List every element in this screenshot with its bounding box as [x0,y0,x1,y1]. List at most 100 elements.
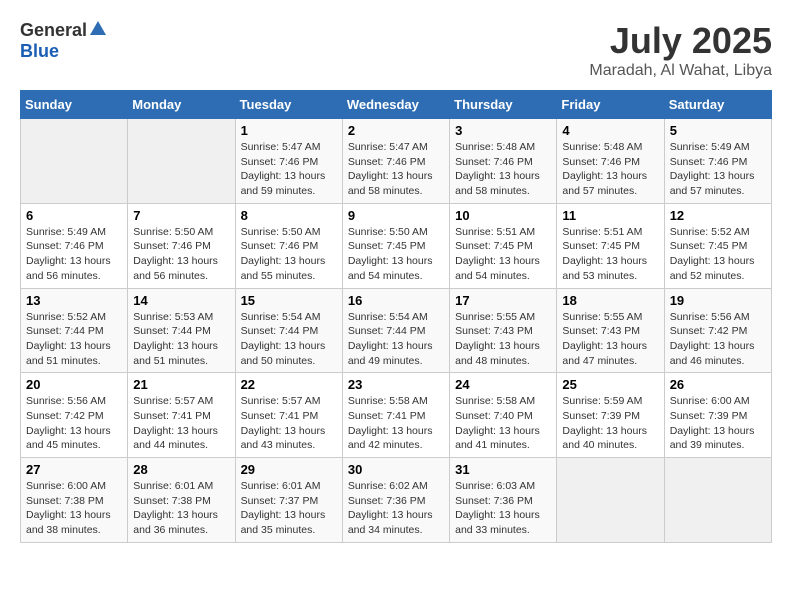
logo-general-text: General [20,20,87,41]
day-info: Sunrise: 5:50 AMSunset: 7:46 PMDaylight:… [133,225,229,284]
weekday-header-monday: Monday [128,91,235,119]
day-info: Sunrise: 6:00 AMSunset: 7:39 PMDaylight:… [670,394,766,453]
day-info: Sunrise: 5:59 AMSunset: 7:39 PMDaylight:… [562,394,658,453]
day-info: Sunrise: 5:54 AMSunset: 7:44 PMDaylight:… [241,310,337,369]
calendar-cell: 29 Sunrise: 6:01 AMSunset: 7:37 PMDayligh… [235,458,342,543]
day-number: 4 [562,123,658,138]
calendar-cell: 24Sunrise: 5:58 AMSunset: 7:40 PMDayligh… [450,373,557,458]
calendar-cell: 20 Sunrise: 5:56 AMSunset: 7:42 PMDayligh… [21,373,128,458]
day-info: Sunrise: 5:51 AMSunset: 7:45 PMDaylight:… [562,225,658,284]
day-number: 29 [241,462,337,477]
day-info: Sunrise: 5:50 AMSunset: 7:45 PMDaylight:… [348,225,444,284]
calendar-cell [21,119,128,204]
day-info: Sunrise: 5:58 AMSunset: 7:41 PMDaylight:… [348,394,444,453]
day-number: 7 [133,208,229,223]
calendar-cell: 30 Sunrise: 6:02 AMSunset: 7:36 PMDayligh… [342,458,449,543]
logo-icon [90,21,106,35]
day-number: 15 [241,293,337,308]
calendar-cell: 3Sunrise: 5:48 AMSunset: 7:46 PMDaylight… [450,119,557,204]
day-info: Sunrise: 5:57 AMSunset: 7:41 PMDaylight:… [133,394,229,453]
calendar-cell: 19 Sunrise: 5:56 AMSunset: 7:42 PMDayligh… [664,288,771,373]
day-info: Sunrise: 5:52 AMSunset: 7:44 PMDaylight:… [26,310,122,369]
day-info: Sunrise: 5:56 AMSunset: 7:42 PMDaylight:… [26,394,122,453]
day-number: 28 [133,462,229,477]
calendar-cell [557,458,664,543]
calendar-week-2: 6 Sunrise: 5:49 AMSunset: 7:46 PMDaylight… [21,203,772,288]
day-number: 24 [455,377,551,392]
calendar-cell: 15 Sunrise: 5:54 AMSunset: 7:44 PMDayligh… [235,288,342,373]
day-info: Sunrise: 6:00 AMSunset: 7:38 PMDaylight:… [26,479,122,538]
calendar-cell: 5Sunrise: 5:49 AMSunset: 7:46 PMDaylight… [664,119,771,204]
logo-blue-text: Blue [20,41,59,61]
calendar-body: 1 Sunrise: 5:47 AMSunset: 7:46 PMDaylight… [21,119,772,543]
calendar-cell: 13Sunrise: 5:52 AMSunset: 7:44 PMDayligh… [21,288,128,373]
day-info: Sunrise: 5:47 AMSunset: 7:46 PMDaylight:… [241,140,337,199]
calendar-cell [664,458,771,543]
calendar-cell: 18Sunrise: 5:55 AMSunset: 7:43 PMDayligh… [557,288,664,373]
calendar-cell: 8 Sunrise: 5:50 AMSunset: 7:46 PMDaylight… [235,203,342,288]
calendar-cell: 11 Sunrise: 5:51 AMSunset: 7:45 PMDayligh… [557,203,664,288]
day-number: 2 [348,123,444,138]
day-info: Sunrise: 5:57 AMSunset: 7:41 PMDaylight:… [241,394,337,453]
day-number: 25 [562,377,658,392]
calendar-cell: 10Sunrise: 5:51 AMSunset: 7:45 PMDayligh… [450,203,557,288]
day-info: Sunrise: 5:49 AMSunset: 7:46 PMDaylight:… [26,225,122,284]
weekday-header-wednesday: Wednesday [342,91,449,119]
day-info: Sunrise: 5:47 AMSunset: 7:46 PMDaylight:… [348,140,444,199]
day-number: 30 [348,462,444,477]
day-info: Sunrise: 5:55 AMSunset: 7:43 PMDaylight:… [562,310,658,369]
day-number: 14 [133,293,229,308]
calendar-cell: 21Sunrise: 5:57 AMSunset: 7:41 PMDayligh… [128,373,235,458]
calendar-cell: 16 Sunrise: 5:54 AMSunset: 7:44 PMDayligh… [342,288,449,373]
calendar-location: Maradah, Al Wahat, Libya [589,62,772,80]
day-number: 26 [670,377,766,392]
day-number: 16 [348,293,444,308]
day-number: 31 [455,462,551,477]
day-number: 20 [26,377,122,392]
day-info: Sunrise: 6:03 AMSunset: 7:36 PMDaylight:… [455,479,551,538]
page-header: General Blue July 2025 Maradah, Al Wahat… [20,20,772,80]
calendar-week-4: 20 Sunrise: 5:56 AMSunset: 7:42 PMDayligh… [21,373,772,458]
day-number: 27 [26,462,122,477]
calendar-cell: 9Sunrise: 5:50 AMSunset: 7:45 PMDaylight… [342,203,449,288]
calendar-cell: 31 Sunrise: 6:03 AMSunset: 7:36 PMDayligh… [450,458,557,543]
day-number: 6 [26,208,122,223]
logo: General Blue [20,20,106,62]
weekday-header-tuesday: Tuesday [235,91,342,119]
day-info: Sunrise: 6:01 AMSunset: 7:38 PMDaylight:… [133,479,229,538]
day-info: Sunrise: 6:01 AMSunset: 7:37 PMDaylight:… [241,479,337,538]
day-number: 12 [670,208,766,223]
day-info: Sunrise: 5:54 AMSunset: 7:44 PMDaylight:… [348,310,444,369]
day-number: 8 [241,208,337,223]
day-info: Sunrise: 5:51 AMSunset: 7:45 PMDaylight:… [455,225,551,284]
weekday-header-saturday: Saturday [664,91,771,119]
day-info: Sunrise: 5:48 AMSunset: 7:46 PMDaylight:… [455,140,551,199]
title-block: July 2025 Maradah, Al Wahat, Libya [589,20,772,80]
day-info: Sunrise: 6:02 AMSunset: 7:36 PMDaylight:… [348,479,444,538]
weekday-header-thursday: Thursday [450,91,557,119]
calendar-cell: 2 Sunrise: 5:47 AMSunset: 7:46 PMDaylight… [342,119,449,204]
day-info: Sunrise: 5:50 AMSunset: 7:46 PMDaylight:… [241,225,337,284]
calendar-cell: 22Sunrise: 5:57 AMSunset: 7:41 PMDayligh… [235,373,342,458]
calendar-cell: 25 Sunrise: 5:59 AMSunset: 7:39 PMDayligh… [557,373,664,458]
day-info: Sunrise: 5:52 AMSunset: 7:45 PMDaylight:… [670,225,766,284]
day-number: 19 [670,293,766,308]
day-number: 1 [241,123,337,138]
day-info: Sunrise: 5:55 AMSunset: 7:43 PMDaylight:… [455,310,551,369]
calendar-week-1: 1 Sunrise: 5:47 AMSunset: 7:46 PMDaylight… [21,119,772,204]
day-number: 5 [670,123,766,138]
calendar-cell: 7 Sunrise: 5:50 AMSunset: 7:46 PMDaylight… [128,203,235,288]
calendar-cell: 12 Sunrise: 5:52 AMSunset: 7:45 PMDayligh… [664,203,771,288]
calendar-cell: 23Sunrise: 5:58 AMSunset: 7:41 PMDayligh… [342,373,449,458]
calendar-cell: 14Sunrise: 5:53 AMSunset: 7:44 PMDayligh… [128,288,235,373]
day-info: Sunrise: 5:48 AMSunset: 7:46 PMDaylight:… [562,140,658,199]
calendar-cell: 27 Sunrise: 6:00 AMSunset: 7:38 PMDayligh… [21,458,128,543]
day-number: 17 [455,293,551,308]
calendar-header: SundayMondayTuesdayWednesdayThursdayFrid… [21,91,772,119]
weekday-header-row: SundayMondayTuesdayWednesdayThursdayFrid… [21,91,772,119]
calendar-week-3: 13Sunrise: 5:52 AMSunset: 7:44 PMDayligh… [21,288,772,373]
day-number: 11 [562,208,658,223]
calendar-table: SundayMondayTuesdayWednesdayThursdayFrid… [20,90,772,543]
day-info: Sunrise: 5:56 AMSunset: 7:42 PMDaylight:… [670,310,766,369]
calendar-cell: 17 Sunrise: 5:55 AMSunset: 7:43 PMDayligh… [450,288,557,373]
